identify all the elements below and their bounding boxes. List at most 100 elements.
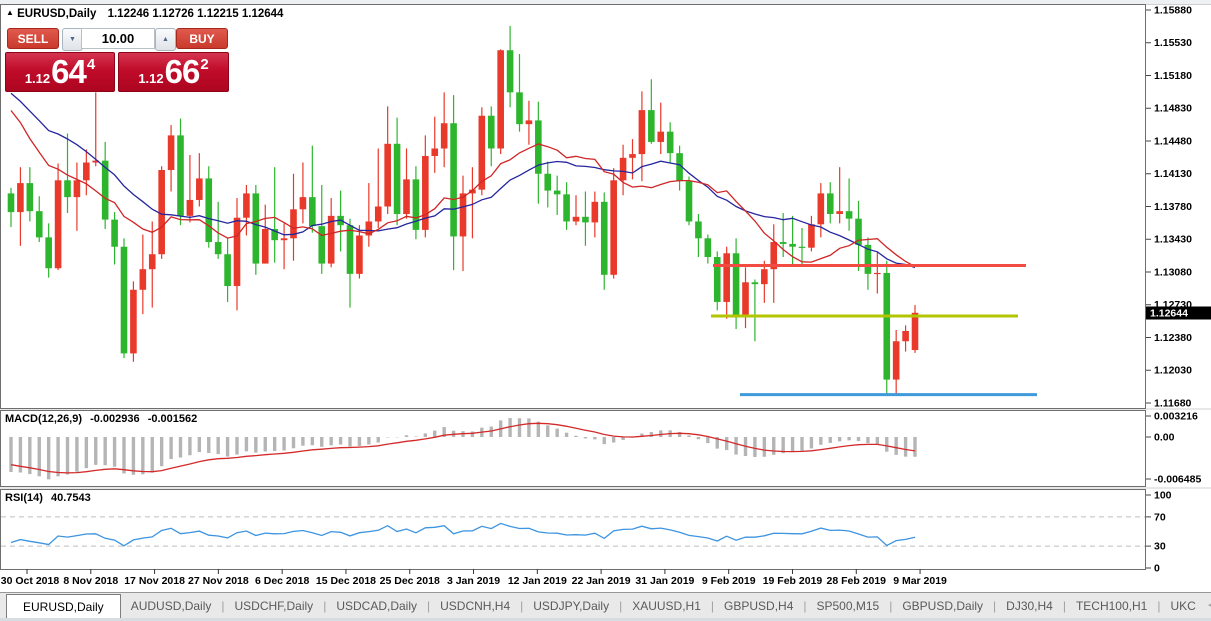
- candle-body: [554, 191, 561, 195]
- price-axis-label: 1.15530: [1154, 37, 1192, 49]
- candle-body: [215, 242, 222, 254]
- candle-body: [403, 179, 410, 214]
- macd-axis-label: 0.003216: [1154, 411, 1198, 423]
- buy-price-big: 66: [165, 54, 200, 90]
- candle-body: [497, 50, 504, 148]
- tab-gbpusd-daily[interactable]: GBPUSD,Daily: [892, 593, 993, 618]
- rsi-axis-label: 0: [1154, 563, 1160, 575]
- price-axis-label: 1.14480: [1154, 135, 1192, 147]
- candle-body: [544, 174, 551, 191]
- candle-body: [328, 216, 335, 264]
- macd-signal-line: [11, 423, 915, 473]
- tab-usdchf-daily[interactable]: USDCHF,Daily: [225, 593, 324, 618]
- candle-body: [187, 200, 194, 216]
- macd-axis-label: -0.006485: [1154, 474, 1201, 486]
- price-axis-label: 1.12380: [1154, 332, 1192, 344]
- date-axis-label: 31 Jan 2019: [635, 575, 694, 587]
- candle-body: [563, 194, 570, 221]
- candle-body: [140, 269, 147, 290]
- rsi-axis-label: 70: [1154, 511, 1166, 523]
- one-click-trading-panel: SELL ▼ ▲ BUY 1.12 64 4 1.12 66 2: [5, 28, 228, 90]
- price-axis-label: 1.15880: [1154, 5, 1192, 17]
- candle-body: [648, 110, 655, 142]
- candle-body: [479, 116, 486, 190]
- price-axis-label: 1.13780: [1154, 201, 1192, 213]
- buy-price-tile[interactable]: 1.12 66 2: [118, 52, 229, 92]
- date-axis-label: 19 Feb 2019: [763, 575, 823, 587]
- macd-indicator-label: MACD(12,26,9) -0.002936 -0.001562: [5, 413, 202, 425]
- candle-body: [507, 50, 514, 92]
- buy-price-prefix: 1.12: [138, 71, 163, 86]
- sell-button[interactable]: SELL: [7, 28, 59, 49]
- candle-body: [610, 180, 617, 275]
- candle-body: [761, 269, 768, 284]
- candle-body: [111, 220, 118, 247]
- candle-body: [130, 290, 137, 354]
- candle-body: [234, 218, 241, 286]
- candle-body: [17, 183, 24, 212]
- price-axis-label: 1.14130: [1154, 168, 1192, 180]
- tab-usdcnh-h4[interactable]: USDCNH,H4: [430, 593, 520, 618]
- candle-body: [205, 178, 212, 242]
- candle-body: [902, 331, 909, 341]
- tab-usdjpy-daily[interactable]: USDJPY,Daily: [523, 593, 619, 618]
- tab-ukc[interactable]: UKC: [1160, 593, 1205, 618]
- candle-body: [149, 254, 156, 269]
- candle-body: [318, 226, 325, 263]
- candle-body: [827, 193, 834, 214]
- date-axis-label: 12 Jan 2019: [508, 575, 567, 587]
- macd-main-value: -0.002936: [90, 413, 140, 425]
- rsi-value: 40.7543: [51, 492, 91, 504]
- rsi-axis-label: 100: [1154, 490, 1172, 502]
- tab-usdcad-daily[interactable]: USDCAD,Daily: [326, 593, 427, 618]
- candle-body: [695, 221, 702, 238]
- candle-body: [629, 154, 636, 158]
- candle-body: [667, 132, 674, 154]
- candle-body: [441, 123, 448, 148]
- price-axis-label: 1.14830: [1154, 103, 1192, 115]
- candle-body: [253, 193, 260, 263]
- candle-body: [83, 163, 90, 181]
- current-price-tag-text: 1.12644: [1150, 308, 1188, 320]
- volume-input[interactable]: [81, 28, 155, 49]
- tab-eurusd-daily[interactable]: EURUSD,Daily: [6, 594, 121, 618]
- tab-audusd-daily[interactable]: AUDUSD,Daily: [121, 593, 222, 618]
- candle-body: [582, 217, 589, 223]
- candle-body: [300, 197, 307, 209]
- candle-body: [526, 120, 533, 124]
- tab-gbpusd-h4[interactable]: GBPUSD,H4: [714, 593, 803, 618]
- price-axis-label: 1.15180: [1154, 70, 1192, 82]
- tab-xauusd-h1[interactable]: XAUUSD,H1: [622, 593, 711, 618]
- date-axis-label: 25 Dec 2018: [380, 575, 440, 587]
- rsi-line: [11, 523, 915, 545]
- candle-body: [639, 110, 646, 154]
- date-axis-label: 3 Jan 2019: [447, 575, 500, 587]
- candle-body: [177, 135, 184, 215]
- candle-body: [64, 180, 71, 197]
- candle-body: [224, 254, 231, 286]
- volume-decrease-icon[interactable]: ▼: [62, 28, 83, 51]
- buy-price-sup: 2: [200, 56, 208, 73]
- tab-tech100-h1[interactable]: TECH100,H1: [1066, 593, 1157, 618]
- date-axis-label: 6 Dec 2018: [255, 575, 309, 587]
- candle-body: [384, 144, 391, 207]
- candle-body: [27, 183, 34, 211]
- tab-scroll-left-icon[interactable]: ◄: [1206, 600, 1211, 611]
- volume-increase-icon[interactable]: ▲: [155, 28, 176, 51]
- rsi-name: RSI(14): [5, 492, 43, 504]
- candle-body: [450, 123, 457, 236]
- tab-dj30-h4[interactable]: DJ30,H4: [996, 593, 1063, 618]
- candle-body: [818, 193, 825, 224]
- candle-body: [36, 211, 43, 237]
- chart-symbol-title: ▲ EURUSD,Daily 1.12246 1.12726 1.12215 1…: [6, 8, 283, 20]
- symbol-name: EURUSD,Daily: [17, 8, 96, 20]
- buy-button[interactable]: BUY: [176, 28, 228, 49]
- candle-body: [8, 193, 15, 212]
- collapse-triangle-icon[interactable]: ▲: [6, 8, 14, 17]
- sell-price-tile[interactable]: 1.12 64 4: [5, 52, 115, 92]
- macd-axis-label: 0.00: [1154, 432, 1175, 444]
- candle-body: [714, 257, 721, 302]
- candle-body: [55, 180, 62, 268]
- date-axis-label: 8 Nov 2018: [63, 575, 118, 587]
- tab-sp500-m15[interactable]: SP500,M15: [807, 593, 890, 618]
